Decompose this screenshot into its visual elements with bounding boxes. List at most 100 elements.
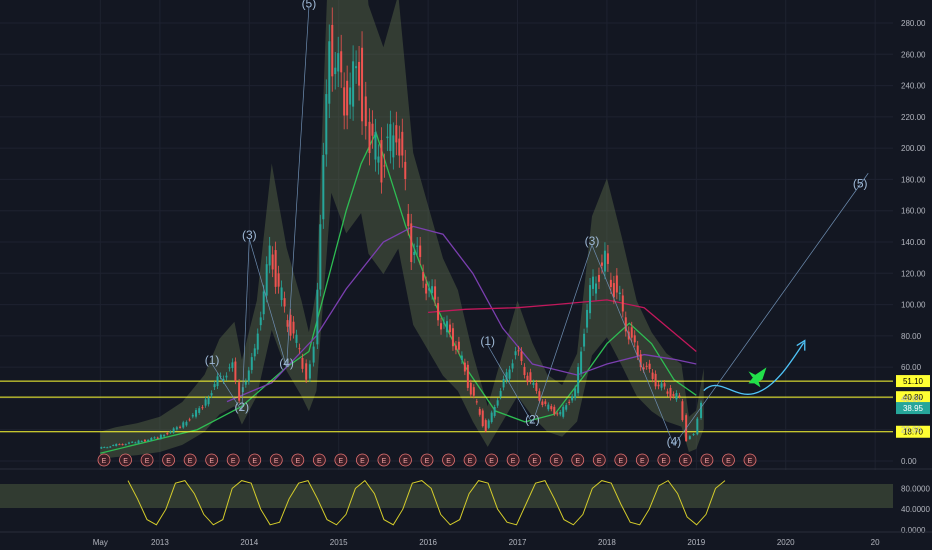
price-candle — [371, 123, 374, 136]
price-candle — [678, 395, 681, 397]
price-candle — [692, 434, 695, 436]
earnings-marker-label: E — [597, 458, 602, 465]
price-candle — [606, 253, 609, 264]
y-tick-label: 80.00 — [901, 332, 922, 341]
earnings-marker-label: E — [748, 458, 753, 465]
price-candle — [150, 437, 153, 441]
wave-label-9: (5) — [853, 176, 868, 190]
price-candle — [577, 366, 580, 394]
x-tick-label: May — [93, 538, 108, 547]
price-candle — [431, 286, 434, 294]
price-candle — [124, 444, 127, 446]
price-candle — [466, 364, 469, 388]
price-candle — [140, 441, 143, 443]
price-candle — [386, 136, 389, 139]
price-candle — [118, 444, 121, 446]
price-candle — [389, 124, 392, 152]
price-candle — [156, 437, 159, 439]
x-tick-label: 2018 — [598, 538, 616, 547]
price-candle — [454, 345, 457, 350]
price-candle — [100, 447, 103, 449]
price-candle — [195, 410, 198, 417]
wave-label-0: (1) — [205, 353, 220, 367]
price-candle — [428, 288, 431, 291]
price-candle — [460, 355, 463, 361]
x-tick-label: 2019 — [687, 538, 705, 547]
price-candle — [472, 387, 475, 396]
price-candle — [654, 373, 657, 387]
price-candle — [143, 439, 146, 442]
earnings-marker-label: E — [532, 458, 537, 465]
price-candle — [583, 333, 586, 347]
price-candle — [368, 121, 371, 154]
price-candle — [277, 273, 280, 287]
price-candle — [374, 132, 377, 160]
wave-label-7: (3) — [585, 234, 600, 248]
price-candle — [469, 382, 472, 395]
price-candle — [434, 286, 437, 300]
earnings-marker-label: E — [145, 458, 150, 465]
price-candle — [103, 447, 106, 449]
earnings-marker-label: E — [209, 458, 214, 465]
earnings-marker-label: E — [468, 458, 473, 465]
price-candle — [147, 439, 150, 441]
price-candle — [535, 383, 538, 391]
earnings-marker-label: E — [489, 458, 494, 465]
wave-label-6: (2) — [525, 412, 540, 426]
y-tick-label: 280.00 — [901, 19, 926, 28]
price-candle — [493, 406, 496, 416]
price-candle — [422, 272, 425, 281]
price-candle — [185, 421, 188, 426]
y-tick-label: 60.00 — [901, 363, 922, 372]
price-candle — [571, 396, 574, 401]
price-candle — [298, 348, 301, 350]
price-candle — [398, 138, 401, 156]
earnings-marker-label: E — [683, 458, 688, 465]
price-candle — [268, 245, 271, 266]
price-candle — [262, 291, 265, 315]
price-candle — [478, 408, 481, 415]
price-candle — [448, 324, 451, 333]
price-candle — [696, 418, 699, 435]
earnings-marker-label: E — [166, 458, 171, 465]
price-candle — [669, 387, 672, 398]
earnings-marker-label: E — [726, 458, 731, 465]
wave-label-1: (2) — [235, 400, 250, 414]
earnings-marker-label: E — [425, 458, 430, 465]
price-candle — [383, 165, 386, 167]
price-candle — [425, 283, 428, 294]
price-candle — [244, 381, 247, 385]
price-candle — [547, 404, 550, 410]
price-candle — [198, 408, 201, 413]
price-candle — [443, 322, 446, 324]
chart-background — [0, 0, 932, 550]
price-candle — [234, 361, 237, 381]
price-candle — [343, 87, 346, 116]
price-candle — [675, 393, 678, 400]
price-candle — [172, 428, 175, 433]
price-candle — [179, 426, 182, 428]
price-candle — [413, 251, 416, 256]
price-candle — [511, 363, 514, 369]
price-candle — [592, 276, 595, 289]
price-candle — [496, 400, 499, 406]
price-candle — [337, 53, 340, 72]
earnings-marker-label: E — [382, 458, 387, 465]
earnings-marker-label: E — [640, 458, 645, 465]
price-candle — [700, 402, 703, 418]
price-candle — [532, 382, 535, 385]
price-candle — [274, 250, 277, 287]
earnings-marker-label: E — [554, 458, 559, 465]
earnings-marker-label: E — [403, 458, 408, 465]
earnings-marker-label: E — [360, 458, 365, 465]
price-candle — [316, 289, 319, 345]
price-candle — [265, 264, 268, 296]
price-candle — [204, 399, 207, 406]
x-tick-label: 2014 — [240, 538, 258, 547]
price-candle — [544, 401, 547, 405]
price-candle — [346, 80, 349, 116]
price-candle — [163, 434, 166, 437]
price-candle — [517, 350, 520, 352]
price-candle — [526, 375, 529, 383]
price-candle — [645, 365, 648, 367]
